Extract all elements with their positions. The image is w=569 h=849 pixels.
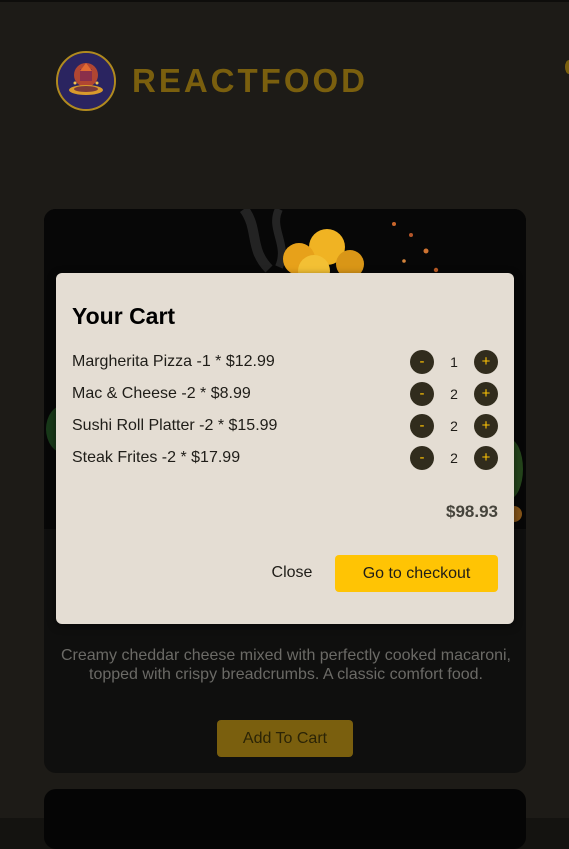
cart-item: Sushi Roll Platter -2 * $15.99 - 2 + — [72, 413, 498, 439]
increment-button[interactable]: + — [474, 414, 498, 438]
cart-item: Steak Frites -2 * $17.99 - 2 + — [72, 445, 498, 471]
increment-button[interactable]: + — [474, 382, 498, 406]
next-meal-card — [44, 789, 526, 849]
quantity-stepper: - 2 + — [410, 414, 498, 438]
cart-item-label: Mac & Cheese -2 * $8.99 — [72, 385, 251, 402]
quantity-value: 2 — [450, 450, 458, 466]
food-logo-icon — [56, 51, 116, 111]
cart-item-label: Steak Frites -2 * $17.99 — [72, 449, 241, 466]
close-button[interactable]: Close — [260, 556, 324, 590]
checkout-button[interactable]: Go to checkout — [335, 555, 498, 592]
decrement-button[interactable]: - — [410, 446, 434, 470]
cart-title: Your Cart — [72, 303, 176, 329]
increment-button[interactable]: + — [474, 446, 498, 470]
cart-total: $98.93 — [446, 502, 498, 521]
top-edge — [0, 0, 569, 2]
add-to-cart-button[interactable]: Add To Cart — [217, 720, 353, 757]
quantity-stepper: - 1 + — [410, 350, 498, 374]
cart-item: Margherita Pizza -1 * $12.99 - 1 + — [72, 349, 498, 375]
decrement-button[interactable]: - — [410, 414, 434, 438]
cart-modal: Your Cart Margherita Pizza -1 * $12.99 -… — [56, 273, 514, 624]
meal-description: Creamy cheddar cheese mixed with perfect… — [61, 647, 511, 683]
quantity-value: 2 — [450, 418, 458, 434]
cart-item-label: Margherita Pizza -1 * $12.99 — [72, 353, 275, 370]
cart-item: Mac & Cheese -2 * $8.99 - 2 + — [72, 381, 498, 407]
quantity-value: 2 — [450, 386, 458, 402]
quantity-stepper: - 2 + — [410, 446, 498, 470]
main-header: REACTFOOD — [56, 49, 368, 113]
quantity-value: 1 — [450, 354, 458, 370]
decrement-button[interactable]: - — [410, 350, 434, 374]
cart-item-label: Sushi Roll Platter -2 * $15.99 — [72, 417, 278, 434]
brand-title: REACTFOOD — [132, 62, 368, 99]
cart-icon[interactable] — [565, 60, 569, 74]
decrement-button[interactable]: - — [410, 382, 434, 406]
quantity-stepper: - 2 + — [410, 382, 498, 406]
increment-button[interactable]: + — [474, 350, 498, 374]
